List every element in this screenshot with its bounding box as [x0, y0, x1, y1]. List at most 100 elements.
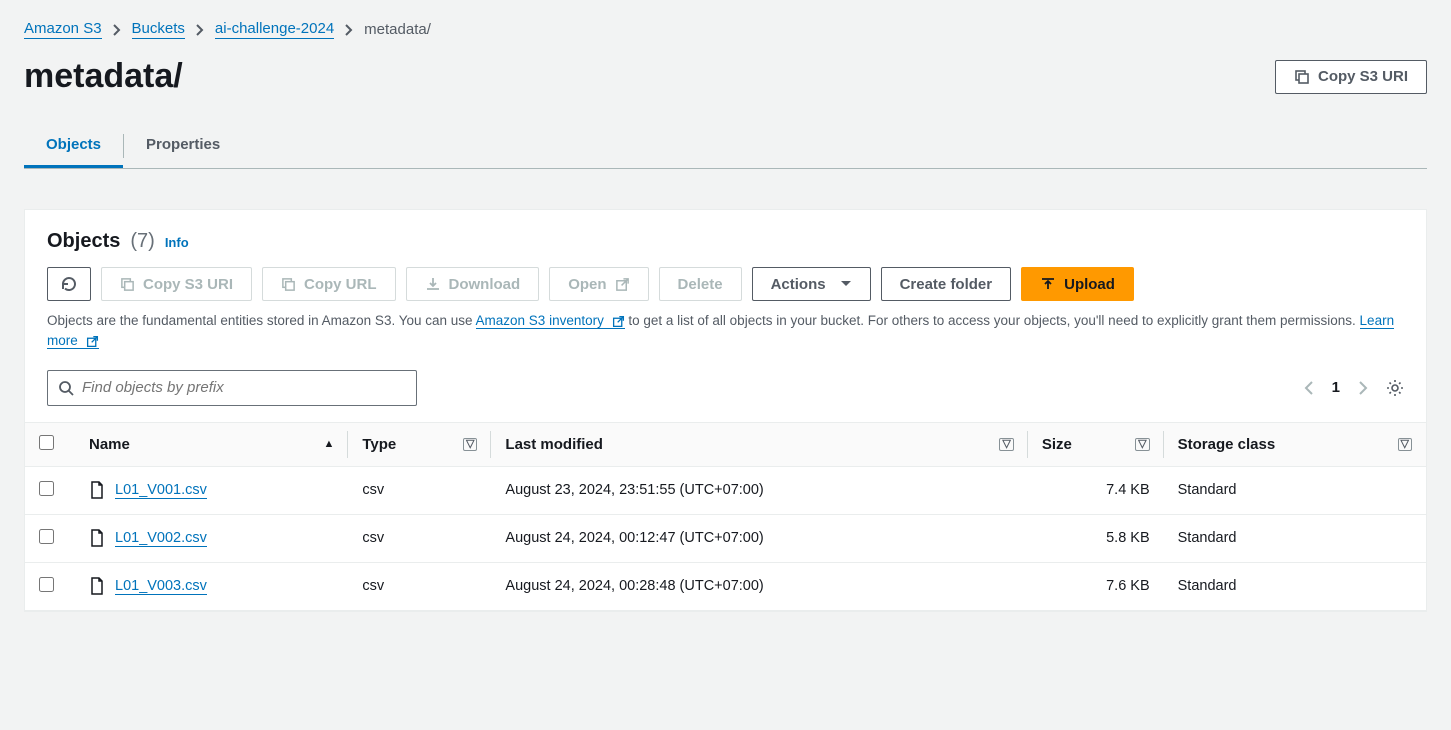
table-row: L01_V001.csv csvAugust 23, 2024, 23:51:55…: [25, 466, 1426, 514]
next-page-button[interactable]: [1358, 380, 1368, 396]
section-title: Objects: [47, 230, 120, 253]
upload-label: Upload: [1064, 276, 1115, 293]
info-link[interactable]: Info: [165, 235, 189, 250]
refresh-icon: [60, 275, 78, 293]
help-text-pre: Objects are the fundamental entities sto…: [47, 313, 476, 328]
file-icon: [89, 481, 105, 499]
upload-icon: [1040, 276, 1056, 292]
gear-icon: [1386, 379, 1404, 397]
row-checkbox[interactable]: [39, 529, 54, 544]
chevron-right-icon: [195, 24, 205, 36]
column-name-label: Name: [89, 436, 130, 453]
breadcrumb-bucket[interactable]: ai-challenge-2024: [215, 20, 334, 39]
table-row: L01_V002.csv csvAugust 24, 2024, 00:12:47…: [25, 514, 1426, 562]
prev-page-button[interactable]: [1304, 380, 1314, 396]
create-folder-button[interactable]: Create folder: [881, 267, 1012, 301]
objects-table: Name ▲ Type ▽ Last modified ▽: [25, 422, 1426, 611]
row-checkbox[interactable]: [39, 577, 54, 592]
section-count: (7): [130, 230, 154, 253]
copy-s3-uri-button-toolbar[interactable]: Copy S3 URI: [101, 267, 252, 301]
search-icon: [58, 380, 74, 396]
download-button[interactable]: Download: [406, 267, 540, 301]
column-last-modified[interactable]: Last modified ▽: [491, 422, 1027, 466]
file-name-link[interactable]: L01_V001.csv: [115, 482, 207, 499]
external-link-icon: [612, 315, 625, 328]
sort-asc-icon: ▲: [323, 438, 334, 450]
file-size: 7.4 KB: [1028, 466, 1164, 514]
file-icon: [89, 529, 105, 547]
file-size: 5.8 KB: [1028, 514, 1164, 562]
copy-s3-uri-label: Copy S3 URI: [143, 276, 233, 293]
breadcrumb-current: metadata/: [364, 21, 431, 38]
s3-inventory-link[interactable]: Amazon S3 inventory: [476, 313, 625, 329]
external-link-icon: [86, 335, 99, 348]
column-storage-class[interactable]: Storage class ▽: [1164, 422, 1426, 466]
download-label: Download: [449, 276, 521, 293]
file-storage-class: Standard: [1164, 514, 1426, 562]
objects-panel: Objects (7) Info Copy S3 URI: [24, 209, 1427, 612]
file-name-link[interactable]: L01_V003.csv: [115, 578, 207, 595]
filter-icon: ▽: [999, 438, 1013, 451]
file-icon: [89, 577, 105, 595]
file-type: csv: [348, 466, 491, 514]
toolbar: Copy S3 URI Copy URL Download Open: [47, 267, 1404, 301]
file-size: 7.6 KB: [1028, 562, 1164, 610]
help-text: Objects are the fundamental entities sto…: [47, 311, 1404, 352]
delete-button[interactable]: Delete: [659, 267, 742, 301]
column-last-modified-label: Last modified: [505, 436, 603, 453]
file-type: csv: [348, 562, 491, 610]
file-type: csv: [348, 514, 491, 562]
copy-url-label: Copy URL: [304, 276, 377, 293]
tabs: Objects Properties: [24, 124, 1427, 169]
delete-label: Delete: [678, 276, 723, 293]
file-name-link[interactable]: L01_V002.csv: [115, 530, 207, 547]
file-modified: August 24, 2024, 00:12:47 (UTC+07:00): [491, 514, 1027, 562]
file-storage-class: Standard: [1164, 466, 1426, 514]
external-link-icon: [615, 277, 630, 292]
filter-icon: ▽: [1398, 438, 1412, 451]
create-folder-label: Create folder: [900, 276, 993, 293]
pager: 1: [1304, 379, 1404, 397]
column-size-label: Size: [1042, 436, 1072, 453]
upload-button[interactable]: Upload: [1021, 267, 1134, 301]
filter-icon: ▽: [463, 438, 477, 451]
column-storage-class-label: Storage class: [1178, 436, 1276, 453]
caret-down-icon: [840, 280, 852, 288]
tab-objects[interactable]: Objects: [24, 124, 123, 168]
copy-url-button[interactable]: Copy URL: [262, 267, 396, 301]
help-text-mid: to get a list of all objects in your buc…: [625, 313, 1360, 328]
refresh-button[interactable]: [47, 267, 91, 301]
breadcrumb-root[interactable]: Amazon S3: [24, 20, 102, 39]
actions-label: Actions: [771, 276, 826, 293]
open-button[interactable]: Open: [549, 267, 648, 301]
select-all-checkbox[interactable]: [39, 435, 54, 450]
filter-icon: ▽: [1135, 438, 1149, 451]
page-title: metadata/: [24, 57, 183, 96]
file-modified: August 24, 2024, 00:28:48 (UTC+07:00): [491, 562, 1027, 610]
tab-properties[interactable]: Properties: [124, 124, 242, 168]
copy-s3-uri-button[interactable]: Copy S3 URI: [1275, 60, 1427, 94]
column-type[interactable]: Type ▽: [348, 422, 491, 466]
file-storage-class: Standard: [1164, 562, 1426, 610]
column-size[interactable]: Size ▽: [1028, 422, 1164, 466]
chevron-right-icon: [344, 24, 354, 36]
row-checkbox[interactable]: [39, 481, 54, 496]
breadcrumb-buckets[interactable]: Buckets: [132, 20, 185, 39]
settings-button[interactable]: [1386, 379, 1404, 397]
column-select: [25, 422, 75, 466]
column-type-label: Type: [362, 436, 396, 453]
search-input-wrapper[interactable]: [47, 370, 417, 406]
breadcrumb: Amazon S3 Buckets ai-challenge-2024 meta…: [24, 20, 1427, 39]
actions-button[interactable]: Actions: [752, 267, 871, 301]
copy-icon: [120, 277, 135, 292]
open-label: Open: [568, 276, 606, 293]
page-number: 1: [1332, 379, 1340, 396]
search-input[interactable]: [82, 379, 406, 396]
column-name[interactable]: Name ▲: [75, 422, 348, 466]
table-row: L01_V003.csv csvAugust 24, 2024, 00:28:48…: [25, 562, 1426, 610]
copy-icon: [1294, 69, 1310, 85]
download-icon: [425, 276, 441, 292]
file-modified: August 23, 2024, 23:51:55 (UTC+07:00): [491, 466, 1027, 514]
chevron-right-icon: [112, 24, 122, 36]
copy-s3-uri-label: Copy S3 URI: [1318, 68, 1408, 85]
